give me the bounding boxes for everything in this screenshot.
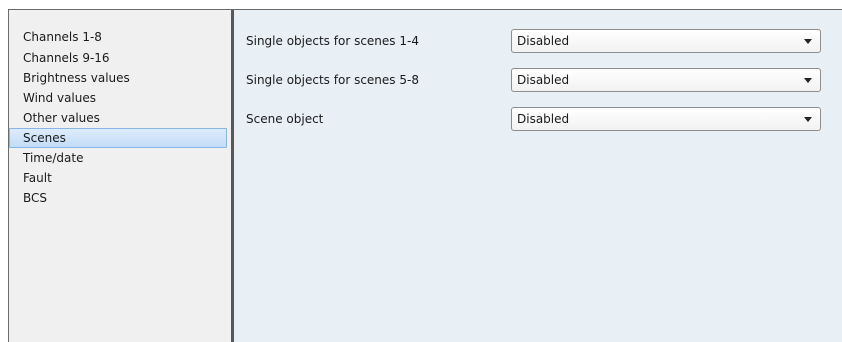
parameter-label: Scene object [246,112,324,126]
scene-object-dropdown[interactable]: Disabled [511,107,821,131]
dropdown-value: Disabled [517,34,570,48]
sidebar-item-time-date[interactable]: Time/date [9,148,227,168]
dropdown-value: Disabled [517,73,570,87]
chevron-down-icon [804,117,812,122]
parameter-page-list: Channels 1-8 Channels 9-16 Brightness va… [9,10,231,342]
parameter-panel: Single objects for scenes 1-4 Disabled S… [234,10,842,342]
sidebar-item-channels-9-16[interactable]: Channels 9-16 [9,48,227,68]
scenes-1-4-dropdown[interactable]: Disabled [511,29,821,53]
parameter-label: Single objects for scenes 1-4 [246,34,419,48]
scenes-5-8-dropdown[interactable]: Disabled [511,68,821,92]
sidebar-item-other-values[interactable]: Other values [9,108,227,128]
sidebar-item-brightness-values[interactable]: Brightness values [9,68,227,88]
parameter-label: Single objects for scenes 5-8 [246,73,419,87]
chevron-down-icon [804,39,812,44]
sidebar-item-bcs[interactable]: BCS [9,188,227,208]
sidebar-item-scenes[interactable]: Scenes [9,128,227,148]
parameter-window: Channels 1-8 Channels 9-16 Brightness va… [8,9,842,342]
chevron-down-icon [804,78,812,83]
sidebar-item-channels-1-8[interactable]: Channels 1-8 [9,26,227,48]
parameter-row-scene-object: Scene object Disabled [234,107,842,131]
parameter-row-scenes-1-4: Single objects for scenes 1-4 Disabled [234,29,842,53]
parameter-row-scenes-5-8: Single objects for scenes 5-8 Disabled [234,68,842,92]
dropdown-value: Disabled [517,112,570,126]
sidebar-item-fault[interactable]: Fault [9,168,227,188]
sidebar-item-wind-values[interactable]: Wind values [9,88,227,108]
